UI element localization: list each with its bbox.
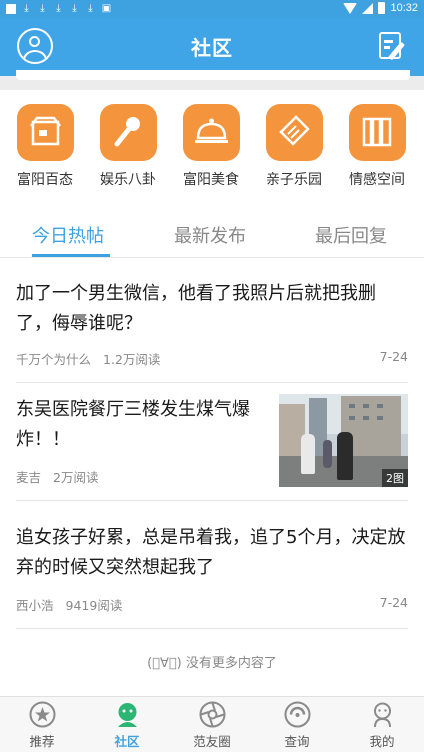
nav-label: 查询 <box>284 734 310 749</box>
post-item[interactable]: 东吴医院餐厅三楼发生煤气爆炸！！ 麦吉 2万阅读 2图 <box>16 383 408 501</box>
nav-query[interactable]: 查询 <box>262 701 332 750</box>
nav-label: 社区 <box>114 734 140 749</box>
download-icon: ⤓ <box>24 3 29 14</box>
post-item[interactable]: 追女孩子好累，总是吊着我，追了5个月，决定放弃的时候又突然想起我了 西小浩 94… <box>16 501 408 629</box>
nav-label: 推荐 <box>29 734 55 749</box>
category-item[interactable]: 亲子乐园 <box>259 104 329 189</box>
post-item[interactable]: 加了一个男生微信，他看了我照片后就把我删了，侮辱谁呢？ 千万个为什么 1.2万阅… <box>16 259 408 383</box>
post-date: 7-24 <box>379 595 408 610</box>
category-label: 情感空间 <box>349 172 405 188</box>
post-title: 加了一个男生微信，他看了我照片后就把我删了，侮辱谁呢？ <box>16 283 376 334</box>
category-label: 亲子乐园 <box>266 172 322 188</box>
search-strip <box>0 70 424 90</box>
category-item[interactable]: 富阳百态 <box>10 104 80 189</box>
notification-icon <box>6 4 16 14</box>
microphone-icon <box>99 104 157 161</box>
tag-icon <box>265 104 323 161</box>
post-reads: 9419阅读 <box>65 598 123 613</box>
image-count-badge: 2图 <box>382 469 408 487</box>
battery-icon <box>378 2 386 14</box>
post-title: 东吴医院餐厅三楼发生煤气爆炸！！ <box>16 399 250 450</box>
community-icon <box>114 701 141 728</box>
post-date: 7-24 <box>379 349 408 364</box>
post-meta: 西小浩 9419阅读 <box>16 595 122 614</box>
active-tab-indicator <box>32 254 110 257</box>
signal-icon <box>362 2 374 14</box>
post-meta: 麦吉 2万阅读 <box>16 467 98 486</box>
star-icon <box>29 701 56 728</box>
tab-latest[interactable]: 最新发布 <box>174 222 246 248</box>
end-of-list-text: (ﾟ∀ﾟ) 没有更多内容了 <box>147 656 277 671</box>
post-meta: 千万个为什么 1.2万阅读 <box>16 349 160 368</box>
nav-label: 范友圈 <box>193 734 231 749</box>
clock: 10:32 <box>390 2 418 14</box>
category-label: 富阳百态 <box>17 172 73 188</box>
post-author: 麦吉 <box>16 470 42 485</box>
category-label: 娱乐八卦 <box>100 172 156 188</box>
nav-fan-circle[interactable]: 范友圈 <box>177 701 247 750</box>
tab-today-hot[interactable]: 今日热帖 <box>32 222 104 248</box>
status-bar: ⤓ ⤓ ⤓ ⤓ ⤓ ▣ 10:32 <box>0 0 424 18</box>
post-tabs: 今日热帖 最新发布 最后回复 <box>0 210 424 258</box>
category-item[interactable]: 情感空间 <box>342 104 412 189</box>
download-icon: ⤓ <box>40 3 45 14</box>
search-box[interactable] <box>16 70 410 80</box>
download-icon: ⤓ <box>88 3 93 14</box>
download-icon: ⤓ <box>56 3 61 14</box>
tab-last-reply[interactable]: 最后回复 <box>315 222 387 248</box>
nav-label: 我的 <box>369 734 395 749</box>
download-icon: ⤓ <box>72 3 77 14</box>
nav-mine[interactable]: 我的 <box>347 701 417 750</box>
app-header: 社区 <box>0 18 424 76</box>
bottom-nav: 推荐 社区 范友圈 查询 我的 <box>0 696 424 752</box>
nav-community[interactable]: 社区 <box>92 701 162 750</box>
camera-aperture-icon <box>199 701 226 728</box>
food-cloche-icon <box>182 104 240 161</box>
post-title: 追女孩子好累，总是吊着我，追了5个月，决定放弃的时候又突然想起我了 <box>16 527 406 578</box>
person-icon <box>369 701 396 728</box>
notification-icons: ⤓ ⤓ ⤓ ⤓ ⤓ ▣ <box>6 3 112 15</box>
category-row: 富阳百态 娱乐八卦 富阳美食 亲子乐园 情感空间 <box>0 90 424 205</box>
search-dial-icon <box>284 701 311 728</box>
compose-post-button[interactable] <box>377 30 407 62</box>
category-item[interactable]: 富阳美食 <box>176 104 246 189</box>
category-label: 富阳美食 <box>183 172 239 188</box>
post-reads: 1.2万阅读 <box>103 352 161 367</box>
post-thumbnail[interactable]: 2图 <box>279 394 408 487</box>
books-icon <box>348 104 406 161</box>
wifi-icon <box>343 2 358 14</box>
shop-icon <box>16 104 74 161</box>
image-icon: ▣ <box>101 3 112 14</box>
category-item[interactable]: 娱乐八卦 <box>93 104 163 189</box>
post-reads: 2万阅读 <box>53 470 99 485</box>
nav-recommend[interactable]: 推荐 <box>7 701 77 750</box>
page-title: 社区 <box>191 36 233 60</box>
post-author: 西小浩 <box>16 598 54 613</box>
post-author: 千万个为什么 <box>16 352 92 367</box>
